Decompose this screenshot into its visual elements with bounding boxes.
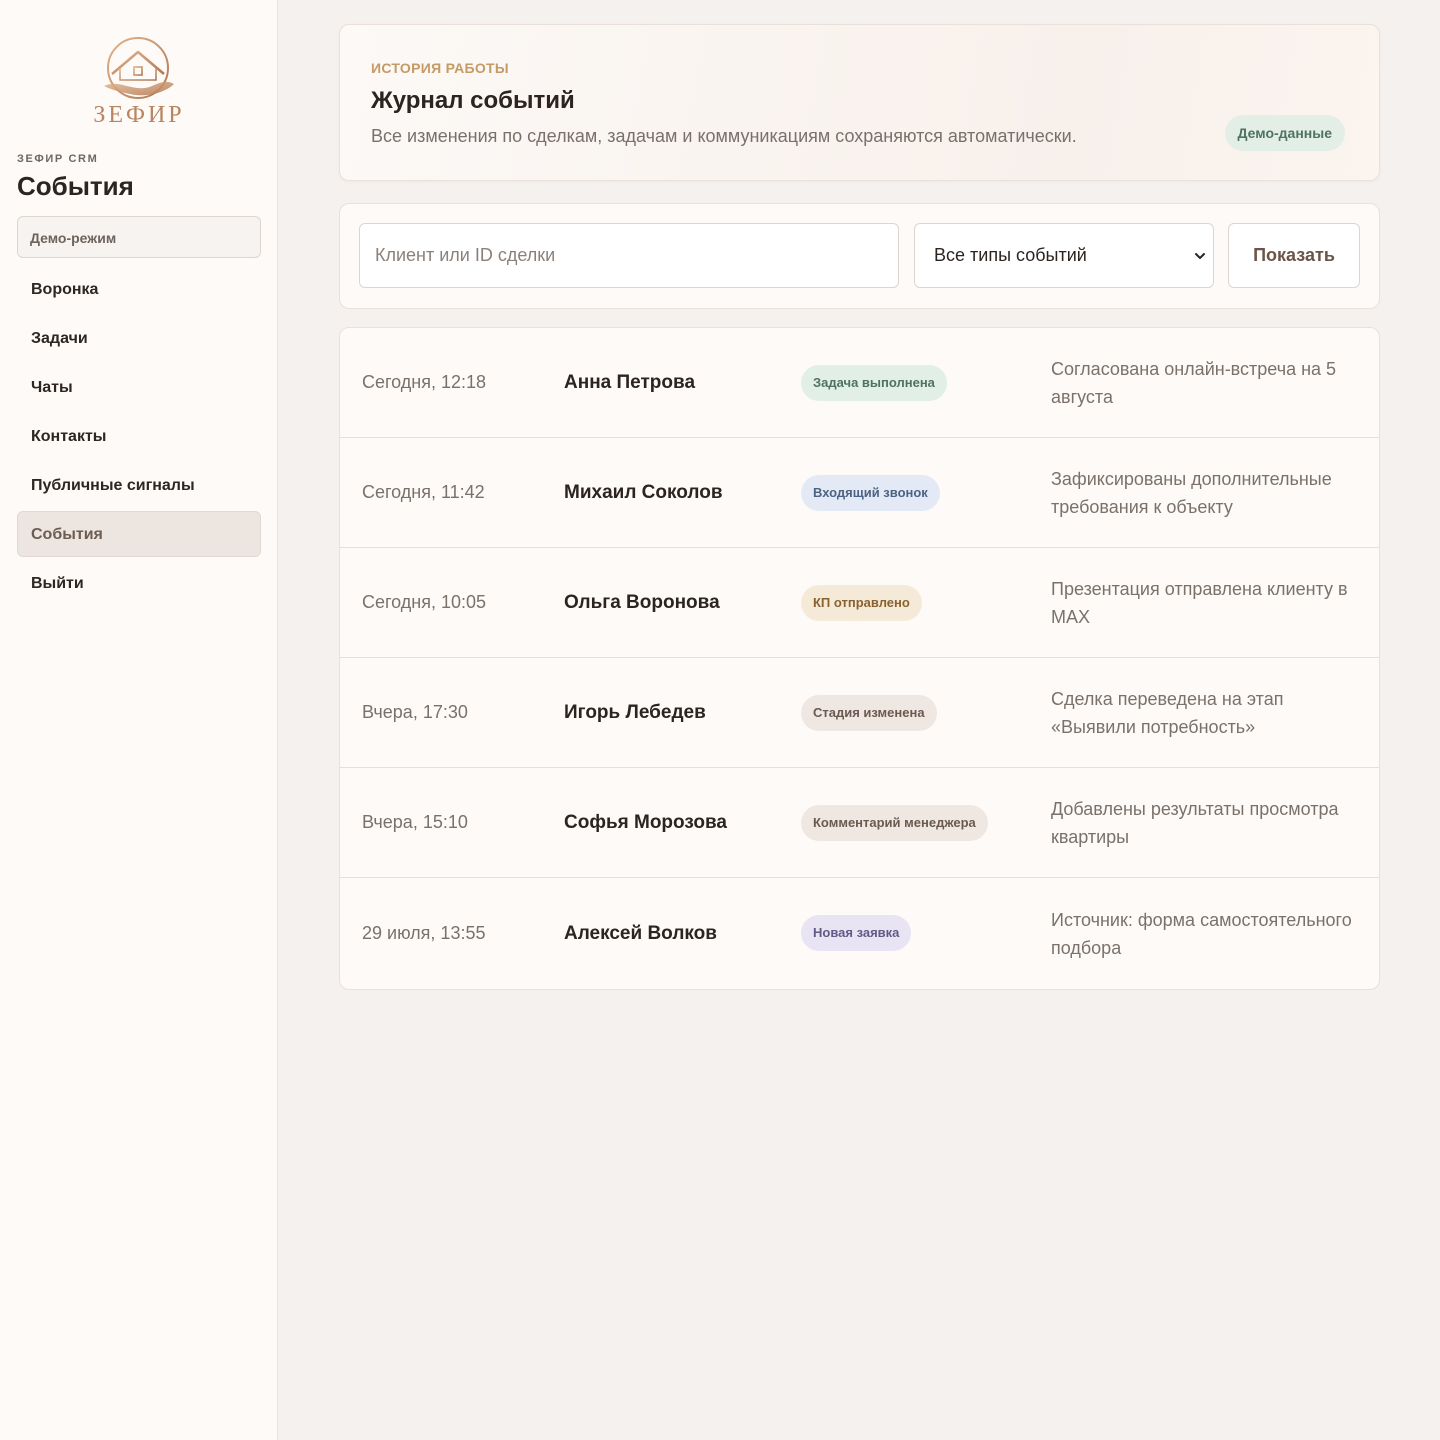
event-client[interactable]: Софья Морозова [564, 768, 727, 877]
sidebar: ЗЕФИР ЗЕФИР CRM События Демо-режим Ворон… [0, 0, 278, 1440]
main-content: ИСТОРИЯ РАБОТЫ Журнал событий Все измене… [339, 24, 1380, 990]
event-time: Сегодня, 12:18 [362, 372, 487, 392]
event-description: Согласована онлайн-встреча на 5 августа [1051, 358, 1337, 407]
sidebar-item-contacts[interactable]: Контакты [17, 413, 261, 459]
sidebar-nav: Воронка Задачи Чаты Контакты Публичные с… [17, 266, 261, 609]
page-title: Журнал событий [371, 87, 575, 114]
event-description: Сделка переведена на этап «Выявили потре… [1051, 688, 1284, 737]
filter-bar: Все типы событий Показать [339, 203, 1380, 309]
wave-icon [104, 81, 174, 96]
event-client[interactable]: Анна Петрова [564, 328, 695, 437]
sidebar-item-chats[interactable]: Чаты [17, 364, 261, 410]
chevron-down-icon [1195, 253, 1205, 259]
event-description: Добавлены результаты просмотра квартиры [1051, 798, 1339, 847]
event-client[interactable]: Игорь Лебедев [564, 658, 706, 767]
event-time: 29 июля, 13:55 [362, 923, 486, 943]
show-button[interactable]: Показать [1228, 223, 1360, 288]
event-type-badge: Входящий звонок [801, 475, 940, 511]
demo-mode-indicator: Демо-режим [17, 216, 261, 258]
events-table: Сегодня, 12:18 Анна Петрова Задача выполне… [339, 327, 1380, 990]
logo-text: ЗЕФИР [93, 102, 184, 128]
event-client[interactable]: Ольга Воронова [564, 548, 720, 657]
table-row[interactable]: Вчера, 15:10 Софья Морозова Комментарий ме… [340, 768, 1379, 878]
table-row[interactable]: 29 июля, 13:55 Алексей Волков Новая заявка… [340, 878, 1379, 989]
event-type-badge: Стадия изменена [801, 695, 937, 731]
search-input[interactable] [359, 223, 899, 288]
hero-card: ИСТОРИЯ РАБОТЫ Журнал событий Все измене… [339, 24, 1380, 181]
event-type-badge: КП отправлено [801, 585, 922, 621]
event-type-selected: Все типы событий [934, 245, 1087, 265]
event-description: Источник: форма самостоятельного подбора [1051, 909, 1352, 958]
event-description: Зафиксированы дополнительные требования … [1051, 468, 1332, 517]
sidebar-item-events[interactable]: События [17, 511, 261, 557]
hero-kicker: ИСТОРИЯ РАБОТЫ [371, 60, 509, 76]
event-type-badge: Комментарий менеджера [801, 805, 988, 841]
table-row[interactable]: Сегодня, 10:05 Ольга Воронова КП отправлен… [340, 548, 1379, 658]
table-row[interactable]: Сегодня, 11:42 Михаил Соколов Входящий зво… [340, 438, 1379, 548]
event-time: Сегодня, 10:05 [362, 592, 487, 612]
sidebar-item-public-signals[interactable]: Публичные сигналы [17, 462, 261, 508]
brand-logo[interactable]: ЗЕФИР [86, 34, 192, 128]
sidebar-item-logout[interactable]: Выйти [17, 560, 261, 606]
event-type-badge: Задача выполнена [801, 365, 947, 401]
event-client[interactable]: Алексей Волков [564, 878, 717, 989]
table-row[interactable]: Вчера, 17:30 Игорь Лебедев Стадия изменена… [340, 658, 1379, 768]
brand-subtitle: ЗЕФИР CRM [17, 153, 99, 165]
sidebar-item-funnel[interactable]: Воронка [17, 266, 261, 312]
event-time: Вчера, 17:30 [362, 702, 468, 722]
demo-data-badge: Демо-данные [1224, 115, 1345, 151]
event-time: Вчера, 15:10 [362, 812, 468, 832]
table-row[interactable]: Сегодня, 12:18 Анна Петрова Задача выполне… [340, 328, 1379, 438]
event-time: Сегодня, 11:42 [362, 482, 485, 502]
event-client[interactable]: Михаил Соколов [564, 438, 723, 547]
event-type-select[interactable]: Все типы событий [914, 223, 1214, 288]
sidebar-page-heading: События [17, 171, 134, 201]
event-type-badge: Новая заявка [801, 915, 912, 951]
hero-description: Все изменения по сделкам, задачам и комм… [371, 126, 1077, 146]
event-description: Презентация отправлена клиенту в MAX [1051, 578, 1348, 627]
sidebar-item-tasks[interactable]: Задачи [17, 315, 261, 361]
